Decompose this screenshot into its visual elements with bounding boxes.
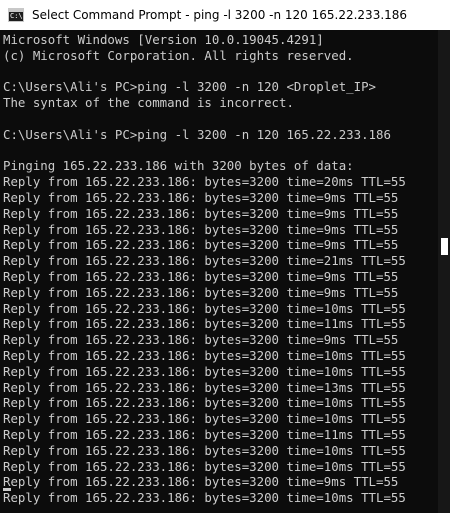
console-line: Reply from 165.22.233.186: bytes=3200 ti… — [3, 347, 406, 363]
console-line: (c) Microsoft Corporation. All rights re… — [3, 47, 354, 63]
console-line: Reply from 165.22.233.186: bytes=3200 ti… — [3, 284, 399, 300]
console-line: Reply from 165.22.233.186: bytes=3200 ti… — [3, 411, 406, 427]
text-cursor — [3, 488, 11, 491]
console-line: Reply from 165.22.233.186: bytes=3200 ti… — [3, 237, 399, 253]
console-line: Reply from 165.22.233.186: bytes=3200 ti… — [3, 300, 406, 316]
vertical-scrollbar[interactable] — [438, 30, 450, 513]
console-line: Pinging 165.22.233.186 with 3200 bytes o… — [3, 158, 354, 174]
console-output[interactable]: Microsoft Windows [Version 10.0.19045.42… — [0, 30, 438, 513]
cmd-icon-glyph: C:\ — [10, 12, 23, 20]
console-line: Microsoft Windows [Version 10.0.19045.42… — [3, 32, 324, 47]
console-line: Reply from 165.22.233.186: bytes=3200 ti… — [3, 458, 406, 474]
title-bar[interactable]: C:\ Select Command Prompt - ping -l 3200… — [0, 0, 450, 30]
console-line: Reply from 165.22.233.186: bytes=3200 ti… — [3, 442, 406, 458]
console-line: Reply from 165.22.233.186: bytes=3200 ti… — [3, 268, 399, 284]
console-line: Reply from 165.22.233.186: bytes=3200 ti… — [3, 474, 399, 490]
console-line: Reply from 165.22.233.186: bytes=3200 ti… — [3, 395, 406, 411]
console-line: Reply from 165.22.233.186: bytes=3200 ti… — [3, 205, 399, 221]
console-line: The syntax of the command is incorrect. — [3, 95, 294, 111]
command-prompt-window[interactable]: C:\ Select Command Prompt - ping -l 3200… — [0, 0, 450, 513]
scrollbar-thumb[interactable] — [441, 238, 448, 255]
console-line: Reply from 165.22.233.186: bytes=3200 ti… — [3, 426, 406, 442]
console-line: Reply from 165.22.233.186: bytes=3200 ti… — [3, 490, 406, 506]
console-line: Reply from 165.22.233.186: bytes=3200 ti… — [3, 189, 399, 205]
console-line: Reply from 165.22.233.186: bytes=3200 ti… — [3, 332, 399, 348]
console-line: Reply from 165.22.233.186: bytes=3200 ti… — [3, 174, 406, 190]
console-line: Reply from 165.22.233.186: bytes=3200 ti… — [3, 221, 399, 237]
window-title: Select Command Prompt - ping -l 3200 -n … — [32, 8, 408, 22]
cmd-icon[interactable]: C:\ — [8, 8, 24, 22]
console-line: Reply from 165.22.233.186: bytes=3200 ti… — [3, 316, 406, 332]
console-line: C:\Users\Ali's PC>ping -l 3200 -n 120 <D… — [3, 79, 376, 95]
console-line: Reply from 165.22.233.186: bytes=3200 ti… — [3, 363, 406, 379]
console-line: C:\Users\Ali's PC>ping -l 3200 -n 120 16… — [3, 126, 391, 142]
console-line: Reply from 165.22.233.186: bytes=3200 ti… — [3, 253, 406, 269]
console-line: Reply from 165.22.233.186: bytes=3200 ti… — [3, 379, 406, 395]
